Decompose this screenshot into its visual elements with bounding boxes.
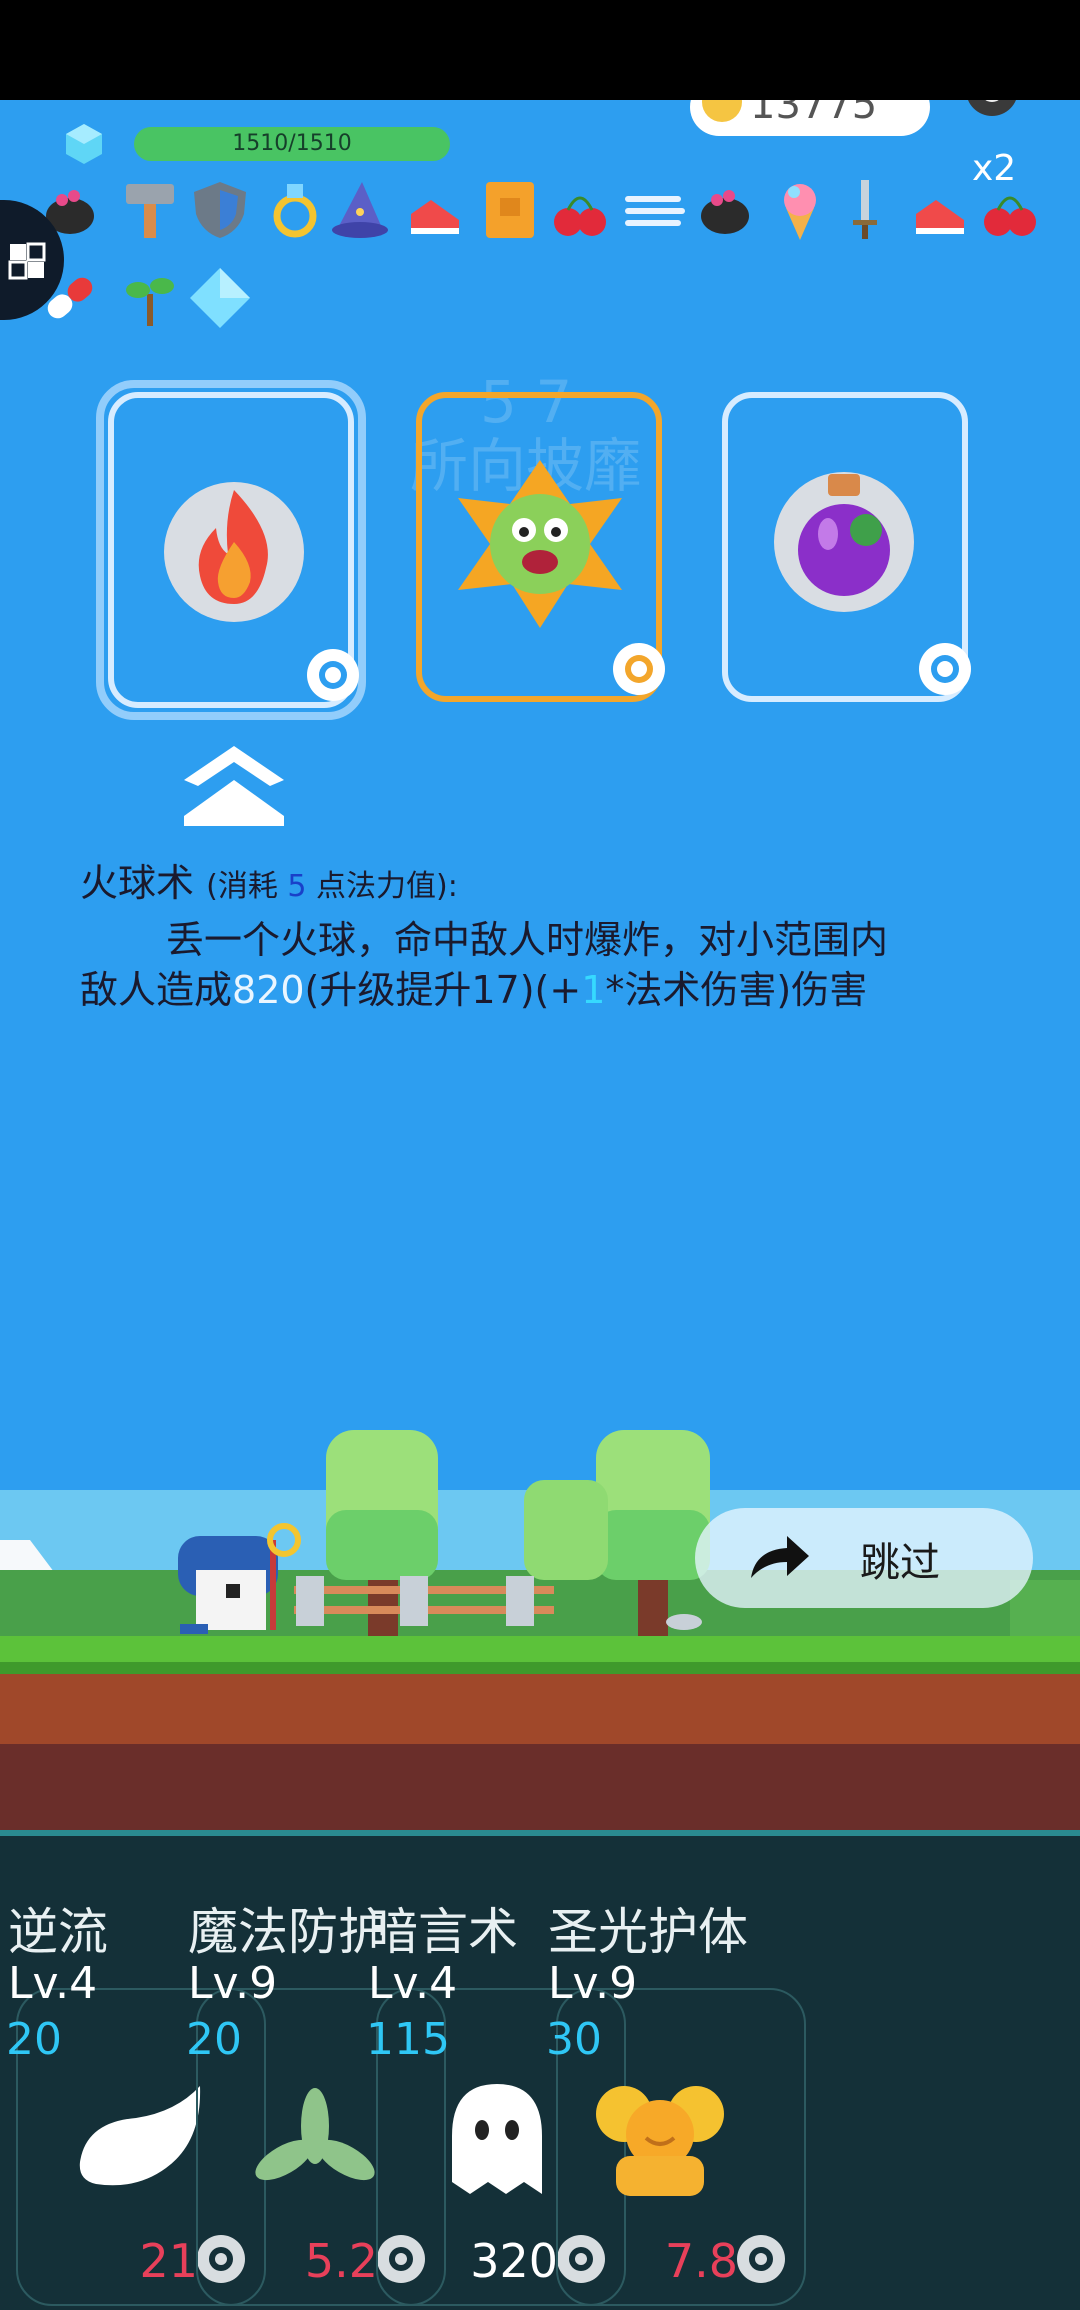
cost-suffix: 点法力值):: [316, 869, 458, 904]
ring-icon: [273, 184, 317, 238]
skill-value: 7.8: [664, 2234, 738, 2288]
desc-line2-c: *法术伤害)伤害: [605, 968, 868, 1012]
book-icon: [486, 182, 534, 238]
wizard-hat-icon: [332, 182, 388, 238]
status-bar: [0, 0, 1080, 100]
skill-panel: 逆流 Lv.4 20 21 魔法防护 Lv.9 20 5.2 暗言术 Lv.4 …: [0, 1830, 1080, 2310]
skill-cost: 30: [546, 2014, 602, 2065]
sneaker-icon: [411, 200, 459, 234]
damage-value: 820: [232, 968, 305, 1012]
skill-cost: 115: [366, 2014, 450, 2065]
skill-description: 火球术 (消耗 5 点法力值): 丢一个火球，命中敌人时爆炸，对小范围内 敌人造…: [80, 852, 1000, 1015]
gold-value: 13775: [750, 100, 878, 128]
poison-potion-icon: [774, 472, 914, 612]
germ-monster-icon: [458, 460, 622, 628]
speed-lines-icon: [625, 196, 685, 226]
redo-arrow-icon: [751, 1536, 809, 1578]
gear-icon[interactable]: [956, 100, 1028, 132]
germ-card[interactable]: [416, 392, 665, 702]
skill-cost: 20: [6, 2014, 62, 2065]
hammer-icon: [126, 184, 174, 238]
refresh-icon[interactable]: [912, 636, 978, 702]
fire-icon: [164, 482, 304, 622]
refresh-icon[interactable]: [300, 642, 366, 708]
skill-cost: 20: [186, 2014, 242, 2065]
desc-line2: 敌人造成820(升级提升17)(+1*法术伤害)伤害: [80, 965, 1000, 1015]
skill-level: Lv.4: [8, 1958, 98, 2009]
skill-name: 魔法防护: [188, 1903, 388, 1961]
cost-value: 5: [287, 869, 307, 904]
potion-card[interactable]: [722, 392, 971, 702]
ghost-icon: [452, 2084, 542, 2194]
fireball-card[interactable]: [108, 392, 359, 708]
desc-line1: 丢一个火球，命中敌人时爆炸，对小范围内: [166, 918, 889, 962]
skill-title: 火球术: [80, 861, 195, 905]
cost-prefix: (消耗: [206, 869, 278, 904]
desc-line2-b: (升级提升17)(+: [304, 968, 582, 1012]
spell-coef: 1: [581, 968, 606, 1012]
shield-icon: [194, 182, 246, 238]
mana-gem-icon: [66, 124, 102, 164]
hp-text: 1510/1510: [232, 131, 352, 156]
diamond-icon: [190, 268, 250, 328]
refresh-icon[interactable]: [606, 636, 672, 702]
cherry-icon: [554, 196, 606, 236]
skill-level: Lv.9: [188, 1958, 278, 2009]
skill-name: 暗言术: [368, 1903, 518, 1961]
ice-cream-icon: [784, 184, 816, 240]
game-area: 1510/1510 13775 x2 5 7 所向披靡 火球术 (消耗 5 点法…: [0, 100, 1080, 1830]
battle-scene: [0, 1410, 1080, 1830]
skill-name: 圣光护体: [548, 1903, 748, 1961]
puzzle-icon: [8, 242, 46, 280]
sapling-icon: [126, 278, 174, 326]
sneaker-icon: [916, 200, 964, 234]
cooldown-icon: [737, 2235, 785, 2283]
skill-level: Lv.4: [368, 1958, 458, 2009]
golden-angel-icon: [596, 2086, 724, 2196]
skill-slot-4[interactable]: 圣光护体 Lv.9 30 7.8: [540, 1830, 810, 2310]
cherry-icon: [984, 196, 1036, 236]
skill-level: Lv.9: [548, 1958, 638, 2009]
skip-label[interactable]: 跳过: [860, 1530, 940, 1588]
sword-icon: [853, 180, 877, 239]
desc-line2-a: 敌人造成: [80, 968, 233, 1012]
pot-icon: [701, 190, 749, 234]
skill-name: 逆流: [8, 1903, 108, 1961]
skill-title-line: 火球术 (消耗 5 点法力值):: [80, 852, 1000, 907]
upgrade-arrow-icon: [184, 746, 284, 826]
